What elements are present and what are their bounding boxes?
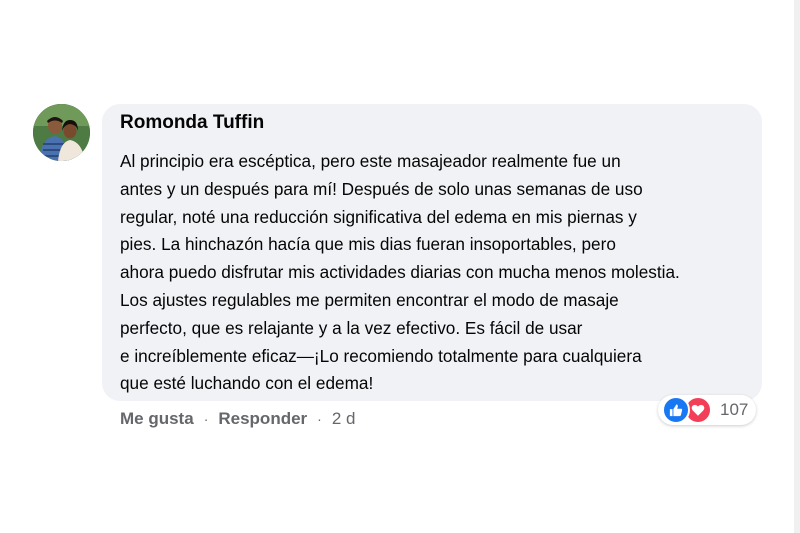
comment-line: ahora puedo disfrutar mis actividades di… [120, 262, 680, 283]
reply-button[interactable]: Responder [218, 409, 307, 429]
comment-timestamp[interactable]: 2 d [332, 409, 356, 429]
comment-actions: Me gusta · Responder · 2 d [120, 406, 355, 432]
comment-bubble: Romonda Tuffin Al principio era escéptic… [102, 104, 762, 401]
comment-line: e increíblemente eficaz—¡Lo recomiendo t… [120, 345, 642, 366]
comment-line: Al principio era escéptica, pero este ma… [120, 151, 621, 171]
like-button[interactable]: Me gusta [120, 409, 194, 429]
reaction-count: 107 [720, 400, 749, 419]
reaction-summary[interactable]: 107 [658, 395, 757, 425]
comment-line: Los ajustes regulables me permiten encon… [120, 289, 619, 310]
comment-line: antes y un después para mí! Después de s… [120, 178, 643, 199]
comment-line: que esté luchando con el edema! [120, 373, 374, 394]
page-edge [794, 0, 800, 533]
comment-line: perfecto, que es relajante y a la vez ef… [120, 317, 583, 338]
comment-text: Al principio era escéptica, pero este ma… [120, 148, 750, 398]
thumbs-up-icon [662, 396, 690, 424]
avatar[interactable] [33, 104, 90, 161]
comment-line: pies. La hinchazón hacía que mis dias fu… [120, 234, 616, 255]
separator-dot: · [203, 411, 209, 427]
comment-line: regular, noté una reducción significativ… [120, 206, 637, 227]
separator-dot: · [317, 411, 322, 427]
comment-author[interactable]: Romonda Tuffin [120, 112, 746, 134]
